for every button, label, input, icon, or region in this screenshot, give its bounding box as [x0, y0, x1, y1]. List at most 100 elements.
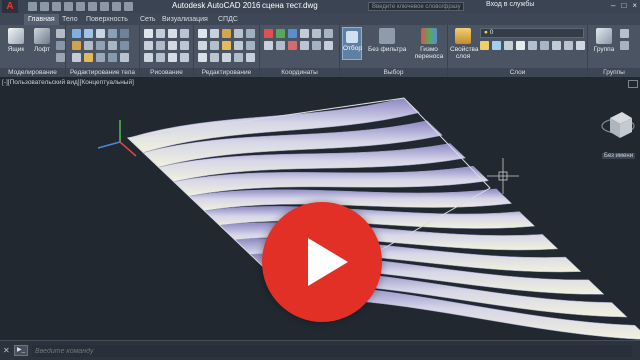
tab-solid[interactable]: Тело: [58, 14, 82, 25]
signin-button[interactable]: Вход в службы: [486, 1, 534, 8]
close-button[interactable]: ×: [632, 1, 637, 10]
layer-color-icon[interactable]: [516, 41, 525, 50]
panel-groups-label[interactable]: Группы: [588, 68, 640, 77]
ucs-x-icon[interactable]: [300, 29, 309, 38]
ucs-icon[interactable]: [264, 29, 273, 38]
ucs-object-icon[interactable]: [276, 41, 285, 50]
share-icon[interactable]: [124, 2, 133, 11]
layer-dropdown[interactable]: ● 0: [480, 28, 584, 38]
circle-icon[interactable]: [168, 29, 177, 38]
separate-icon[interactable]: [108, 41, 117, 50]
ucs-view-icon[interactable]: [264, 41, 273, 50]
application-menu-button[interactable]: A: [2, 0, 18, 13]
viewcube[interactable]: [601, 112, 635, 138]
panel-modify-label[interactable]: Редактирование: [194, 68, 259, 77]
command-line-close-icon[interactable]: ✕: [3, 346, 10, 355]
align-icon[interactable]: [246, 53, 255, 62]
polyline-icon[interactable]: [156, 29, 165, 38]
layer-on-icon[interactable]: [480, 41, 489, 50]
imprint-icon[interactable]: [96, 41, 105, 50]
panel-coordinates-label[interactable]: Координаты: [260, 68, 339, 77]
boundary-icon[interactable]: [180, 53, 189, 62]
extract-edges-icon[interactable]: [84, 41, 93, 50]
help-search-input[interactable]: Введите ключевое слово/фразу: [368, 2, 464, 11]
spline-icon[interactable]: [156, 41, 165, 50]
copy-icon[interactable]: [234, 29, 243, 38]
offset-edge-icon[interactable]: [72, 53, 81, 62]
region-icon[interactable]: [168, 53, 177, 62]
panel-layers-label[interactable]: Слои: [448, 68, 587, 77]
panel-solid-edit-label[interactable]: Редактирование тела: [66, 68, 139, 77]
undo-icon[interactable]: [88, 2, 97, 11]
point-icon[interactable]: [144, 53, 153, 62]
folded-surface[interactable]: [127, 97, 640, 340]
maximize-button[interactable]: □: [621, 1, 626, 10]
ucs-3point-icon[interactable]: [300, 41, 309, 50]
command-prompt-icon[interactable]: ▶_: [14, 345, 28, 356]
no-filter-button[interactable]: Без фильтра: [368, 28, 406, 53]
layer-merge-icon[interactable]: [576, 41, 585, 50]
taper-faces-icon[interactable]: [84, 53, 93, 62]
ucs-world-icon[interactable]: [276, 29, 285, 38]
union-icon[interactable]: [72, 29, 81, 38]
select-button[interactable]: Отбор: [342, 27, 362, 60]
break-icon[interactable]: [234, 53, 243, 62]
scale-icon[interactable]: [210, 41, 219, 50]
extrude-faces-icon[interactable]: [96, 53, 105, 62]
interfere-icon[interactable]: [108, 53, 117, 62]
group-button[interactable]: Группа: [592, 28, 616, 53]
command-input[interactable]: [32, 345, 632, 357]
array-icon[interactable]: [234, 41, 243, 50]
ungroup-icon[interactable]: [620, 29, 629, 38]
panel-selection-label[interactable]: Выбор: [340, 68, 447, 77]
layer-lock-icon[interactable]: [504, 41, 513, 50]
trim-icon[interactable]: [222, 29, 231, 38]
video-play-button[interactable]: [262, 202, 382, 322]
extrude-icon[interactable]: [56, 29, 65, 38]
subtract-icon[interactable]: [84, 29, 93, 38]
presspull-icon[interactable]: [56, 41, 65, 50]
tab-home[interactable]: Главная: [24, 14, 59, 25]
thicken-icon[interactable]: [120, 29, 129, 38]
save-icon[interactable]: [52, 2, 61, 11]
mirror-icon[interactable]: [246, 29, 255, 38]
rotate-icon[interactable]: [210, 29, 219, 38]
minimize-button[interactable]: –: [611, 1, 615, 10]
redo-icon[interactable]: [100, 2, 109, 11]
offset-icon[interactable]: [246, 41, 255, 50]
helix-icon[interactable]: [156, 53, 165, 62]
tab-surface[interactable]: Поверхность: [82, 14, 132, 25]
hatch-icon[interactable]: [180, 41, 189, 50]
ucs-face-icon[interactable]: [288, 41, 297, 50]
new-file-icon[interactable]: [28, 2, 37, 11]
ucs-named-icon[interactable]: [324, 41, 333, 50]
layer-freeze-icon[interactable]: [492, 41, 501, 50]
line-icon[interactable]: [144, 29, 153, 38]
box-button[interactable]: Ящик: [4, 28, 28, 53]
ucs-z-icon[interactable]: [324, 29, 333, 38]
tab-mesh[interactable]: Сеть: [136, 14, 160, 25]
revolve-icon[interactable]: [56, 53, 65, 62]
ucs-previous-icon[interactable]: [312, 41, 321, 50]
clean-icon[interactable]: [120, 53, 129, 62]
group-edit-icon[interactable]: [620, 41, 629, 50]
intersect-icon[interactable]: [96, 29, 105, 38]
ucs-y-icon[interactable]: [312, 29, 321, 38]
rectangle-icon[interactable]: [144, 41, 153, 50]
layer-previous-icon[interactable]: [552, 41, 561, 50]
loft-button[interactable]: Лофт: [30, 28, 54, 53]
tab-visualize[interactable]: Визуализация: [158, 14, 212, 25]
open-file-icon[interactable]: [40, 2, 49, 11]
tab-spds[interactable]: СПДС: [214, 14, 242, 25]
fillet-edge-icon[interactable]: [72, 41, 81, 50]
erase-icon[interactable]: [198, 53, 207, 62]
ellipse-icon[interactable]: [168, 41, 177, 50]
shell-icon[interactable]: [120, 41, 129, 50]
panel-draw-label[interactable]: Рисование: [140, 68, 193, 77]
drawing-viewport[interactable]: [-][Пользовательский вид][Концептуальный…: [0, 78, 640, 340]
move-icon[interactable]: [198, 29, 207, 38]
layer-isolate-icon[interactable]: [528, 41, 537, 50]
save-as-icon[interactable]: [64, 2, 73, 11]
panel-modeling-label[interactable]: Моделирование: [0, 68, 65, 77]
viewcube-named-ucs[interactable]: Без имени: [602, 153, 636, 159]
